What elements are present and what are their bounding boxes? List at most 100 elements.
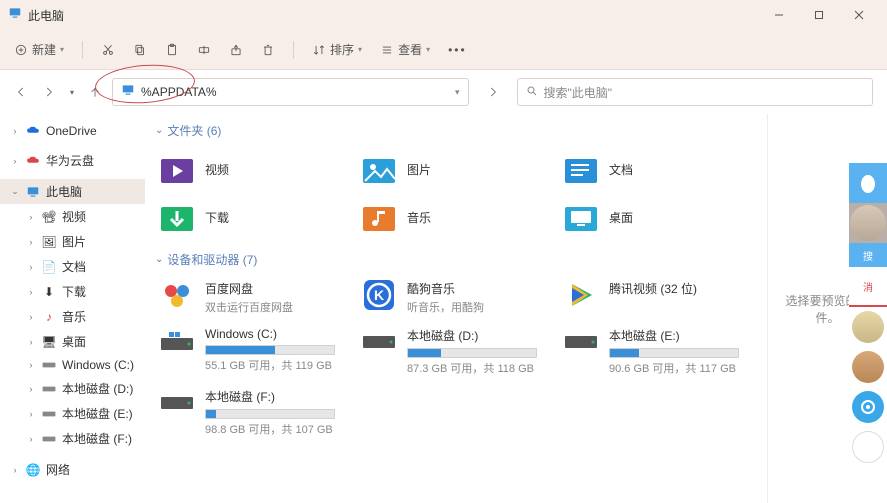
drive-kugou[interactable]: K 酷狗音乐听音乐，用酷狗 [357, 276, 535, 319]
dock-contact-3[interactable] [849, 387, 887, 427]
video-folder-icon [159, 151, 195, 187]
tree-downloads[interactable]: ›⬇下载 [0, 279, 145, 304]
search-icon [526, 85, 538, 100]
desktop-folder-icon [563, 199, 599, 235]
drive-icon [42, 358, 56, 372]
picture-folder-icon [361, 151, 397, 187]
cloud-icon [26, 154, 40, 168]
tree-pictures[interactable]: ›🖼图片 [0, 229, 145, 254]
folder-music[interactable]: 音乐 [357, 195, 535, 239]
drive-diskf[interactable]: 本地磁盘 (F:)98.8 GB 可用，共 107 GB [155, 384, 333, 441]
drive-icon [159, 327, 195, 357]
view-button[interactable]: 查看 ▾ [380, 41, 430, 58]
tencent-video-icon [563, 280, 599, 310]
drive-icon [42, 432, 56, 446]
pc-icon [26, 185, 40, 199]
up-button[interactable] [88, 85, 102, 99]
delete-button[interactable] [261, 43, 275, 57]
tree-diskf[interactable]: ›本地磁盘 (F:) [0, 426, 145, 451]
video-icon: 📽 [42, 210, 56, 224]
drive-winc[interactable]: Windows (C:)55.1 GB 可用，共 119 GB [155, 323, 333, 380]
tree-desktop[interactable]: ›🖥桌面 [0, 329, 145, 354]
copy-button[interactable] [133, 43, 147, 57]
back-button[interactable] [14, 85, 28, 99]
cloud-icon [26, 124, 40, 138]
drive-diskd[interactable]: 本地磁盘 (D:)87.3 GB 可用，共 118 GB [357, 323, 535, 380]
address-bar[interactable]: ▾ [112, 78, 469, 106]
sort-button[interactable]: 排序 ▾ [312, 41, 362, 58]
divider [82, 41, 83, 59]
folder-documents[interactable]: 文档 [559, 147, 737, 191]
chevron-down-icon[interactable]: ▾ [455, 87, 460, 98]
more-button[interactable]: ••• [448, 43, 467, 57]
tree-diske[interactable]: ›本地磁盘 (E:) [0, 401, 145, 426]
pc-icon [8, 6, 22, 25]
tree-diskd[interactable]: ›本地磁盘 (D:) [0, 376, 145, 401]
dock-qq-icon[interactable] [849, 163, 887, 203]
tree-thispc[interactable]: ⌄此电脑 [0, 179, 145, 204]
dock-contact-1[interactable] [849, 307, 887, 347]
dock-contact-2[interactable] [849, 347, 887, 387]
baidu-icon [159, 280, 195, 310]
cut-button[interactable] [101, 43, 115, 57]
section-drives[interactable]: ⌄设备和驱动器 (7) [155, 251, 757, 268]
dock-search[interactable]: 搜 [849, 243, 887, 267]
rename-button[interactable] [197, 43, 211, 57]
drive-icon [563, 327, 599, 357]
drive-usage-bar [407, 348, 537, 358]
tree-onedrive[interactable]: ›OneDrive [0, 120, 145, 142]
tree-music[interactable]: ›♪音乐 [0, 304, 145, 329]
share-button[interactable] [229, 43, 243, 57]
download-icon: ⬇ [42, 285, 56, 299]
drive-icon [159, 388, 195, 418]
drive-icon [42, 382, 56, 396]
side-dock: 搜 消 [849, 163, 887, 467]
toolbar: 新建 ▾ 排序 ▾ 查看 ▾ ••• [0, 30, 887, 70]
music-folder-icon [361, 199, 397, 235]
dock-tab-messages[interactable]: 消 [849, 267, 887, 307]
divider [293, 41, 294, 59]
section-folders[interactable]: ⌄文件夹 (6) [155, 122, 757, 139]
drive-diske[interactable]: 本地磁盘 (E:)90.6 GB 可用，共 117 GB [559, 323, 737, 380]
picture-icon: 🖼 [42, 235, 56, 249]
kugou-icon: K [361, 280, 397, 310]
drive-tencent[interactable]: 腾讯视频 (32 位) [559, 276, 737, 319]
tree-documents[interactable]: ›📄文档 [0, 254, 145, 279]
search-box[interactable]: 搜索"此电脑" [517, 78, 874, 106]
drive-usage-bar [205, 409, 335, 419]
tree-network[interactable]: ›🌐网络 [0, 457, 145, 482]
document-folder-icon [563, 151, 599, 187]
content-area: ⌄文件夹 (6) 视频 图片 文档 下载 音乐 [145, 114, 767, 503]
drive-icon [361, 327, 397, 357]
address-input[interactable] [141, 85, 449, 99]
maximize-button[interactable] [799, 0, 839, 30]
window-titlebar: 此电脑 [0, 0, 887, 30]
chevron-down-icon: ⌄ [155, 125, 163, 136]
minimize-button[interactable] [759, 0, 799, 30]
view-label: 查看 [398, 41, 422, 58]
drive-icon [42, 407, 56, 421]
drive-baidu[interactable]: 百度网盘双击运行百度网盘 [155, 276, 333, 319]
folder-pictures[interactable]: 图片 [357, 147, 535, 191]
tree-huawei[interactable]: ›华为云盘 [0, 148, 145, 173]
refresh-go-button[interactable] [479, 78, 507, 106]
music-icon: ♪ [42, 310, 56, 324]
forward-button[interactable] [42, 85, 56, 99]
dock-avatar[interactable] [849, 203, 887, 243]
desktop-icon: 🖥 [42, 335, 56, 349]
new-button[interactable]: 新建 ▾ [14, 41, 64, 58]
network-icon: 🌐 [26, 463, 40, 477]
tree-videos[interactable]: ›📽视频 [0, 204, 145, 229]
pc-icon [121, 83, 135, 102]
sort-label: 排序 [330, 41, 354, 58]
folder-downloads[interactable]: 下载 [155, 195, 333, 239]
search-placeholder: 搜索"此电脑" [544, 84, 613, 101]
document-icon: 📄 [42, 260, 56, 274]
tree-winc[interactable]: ›Windows (C:) [0, 354, 145, 376]
paste-button[interactable] [165, 43, 179, 57]
close-button[interactable] [839, 0, 879, 30]
dock-contact-4[interactable] [849, 427, 887, 467]
folder-desktop[interactable]: 桌面 [559, 195, 737, 239]
recent-dropdown[interactable]: ▾ [70, 88, 74, 97]
folder-videos[interactable]: 视频 [155, 147, 333, 191]
